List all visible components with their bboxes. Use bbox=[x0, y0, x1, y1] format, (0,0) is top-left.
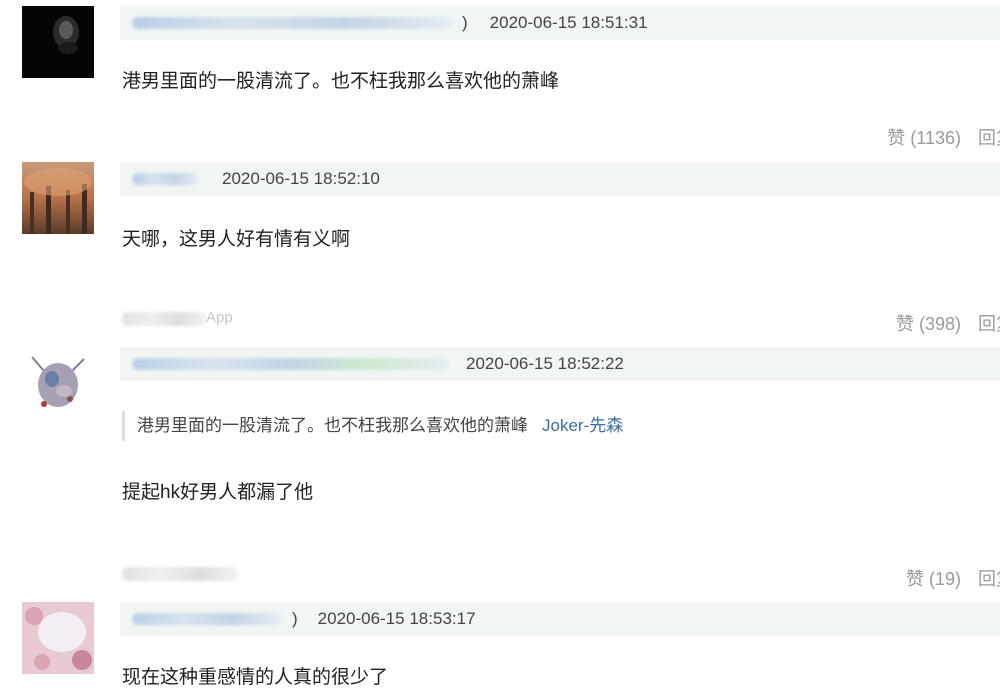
username-link[interactable] bbox=[132, 613, 282, 625]
quoted-comment: 港男里面的一股清流了。也不枉我那么喜欢他的萧峰 Joker-先森 bbox=[122, 411, 623, 441]
comment-actions: 赞 (398) 回复 bbox=[884, 310, 1000, 336]
avatar[interactable] bbox=[22, 6, 94, 78]
username-link[interactable] bbox=[132, 173, 198, 185]
comment-actions: 赞 (1136) 回复 bbox=[875, 124, 1000, 150]
comment-item: ) 2020-06-15 18:51:31 港男里面的一股清流了。也不枉我那么喜… bbox=[0, 0, 1000, 160]
device-label bbox=[122, 312, 206, 326]
comment-text: 天哪，这男人好有情有义啊 bbox=[122, 229, 351, 250]
reply-button[interactable]: 回复 bbox=[978, 310, 1000, 336]
quote-text: 港男里面的一股清流了。也不枉我那么喜欢他的萧峰 bbox=[137, 416, 528, 435]
avatar[interactable] bbox=[22, 349, 94, 421]
like-button[interactable]: 赞 (1136) bbox=[887, 128, 961, 148]
comment-meta: ) 2020-06-15 18:53:17 bbox=[120, 602, 1000, 636]
avatar-image bbox=[22, 349, 94, 421]
like-button[interactable]: 赞 (398) bbox=[896, 314, 961, 334]
username-suffix: ) bbox=[462, 13, 468, 32]
device-label-tail: App bbox=[206, 309, 233, 326]
username-link[interactable] bbox=[132, 17, 452, 29]
comment-actions: 赞 (19) 回复 bbox=[894, 565, 1000, 591]
username-link[interactable] bbox=[132, 358, 448, 370]
quote-author-link[interactable]: Joker-先森 bbox=[542, 416, 623, 435]
comment-timestamp: 2020-06-15 18:52:22 bbox=[466, 354, 624, 373]
comment-timestamp: 2020-06-15 18:51:31 bbox=[489, 13, 648, 32]
avatar-image bbox=[22, 162, 94, 234]
avatar-image bbox=[22, 602, 94, 674]
avatar[interactable] bbox=[22, 602, 94, 674]
comment-meta: 2020-06-15 18:52:10 bbox=[120, 162, 1000, 196]
comment-timestamp: 2020-06-15 18:52:10 bbox=[222, 169, 380, 188]
reply-button[interactable]: 回复 bbox=[978, 124, 1000, 150]
username-suffix: ) bbox=[292, 609, 298, 628]
comment-text: 港男里面的一股清流了。也不枉我那么喜欢他的萧峰 bbox=[122, 71, 560, 92]
comment-meta: ) 2020-06-15 18:51:31 bbox=[120, 6, 1000, 40]
comment-text: 提起hk好男人都漏了他 bbox=[122, 482, 314, 503]
comment-meta: 2020-06-15 18:52:22 bbox=[120, 347, 1000, 381]
avatar[interactable] bbox=[22, 162, 94, 234]
comment-item: ) 2020-06-15 18:53:17 现在这种重感情的人真的很少了 bbox=[0, 600, 1000, 696]
reply-button[interactable]: 回复 bbox=[978, 565, 1000, 591]
avatar-image bbox=[22, 6, 94, 78]
device-label bbox=[122, 567, 238, 581]
comment-timestamp: 2020-06-15 18:53:17 bbox=[317, 609, 476, 628]
comment-text: 现在这种重感情的人真的很少了 bbox=[122, 667, 389, 688]
comment-item: 2020-06-15 18:52:10 天哪，这男人好有情有义啊 App 赞 (… bbox=[0, 160, 1000, 345]
comment-item: 2020-06-15 18:52:22 港男里面的一股清流了。也不枉我那么喜欢他… bbox=[0, 345, 1000, 595]
like-button[interactable]: 赞 (19) bbox=[906, 569, 961, 589]
